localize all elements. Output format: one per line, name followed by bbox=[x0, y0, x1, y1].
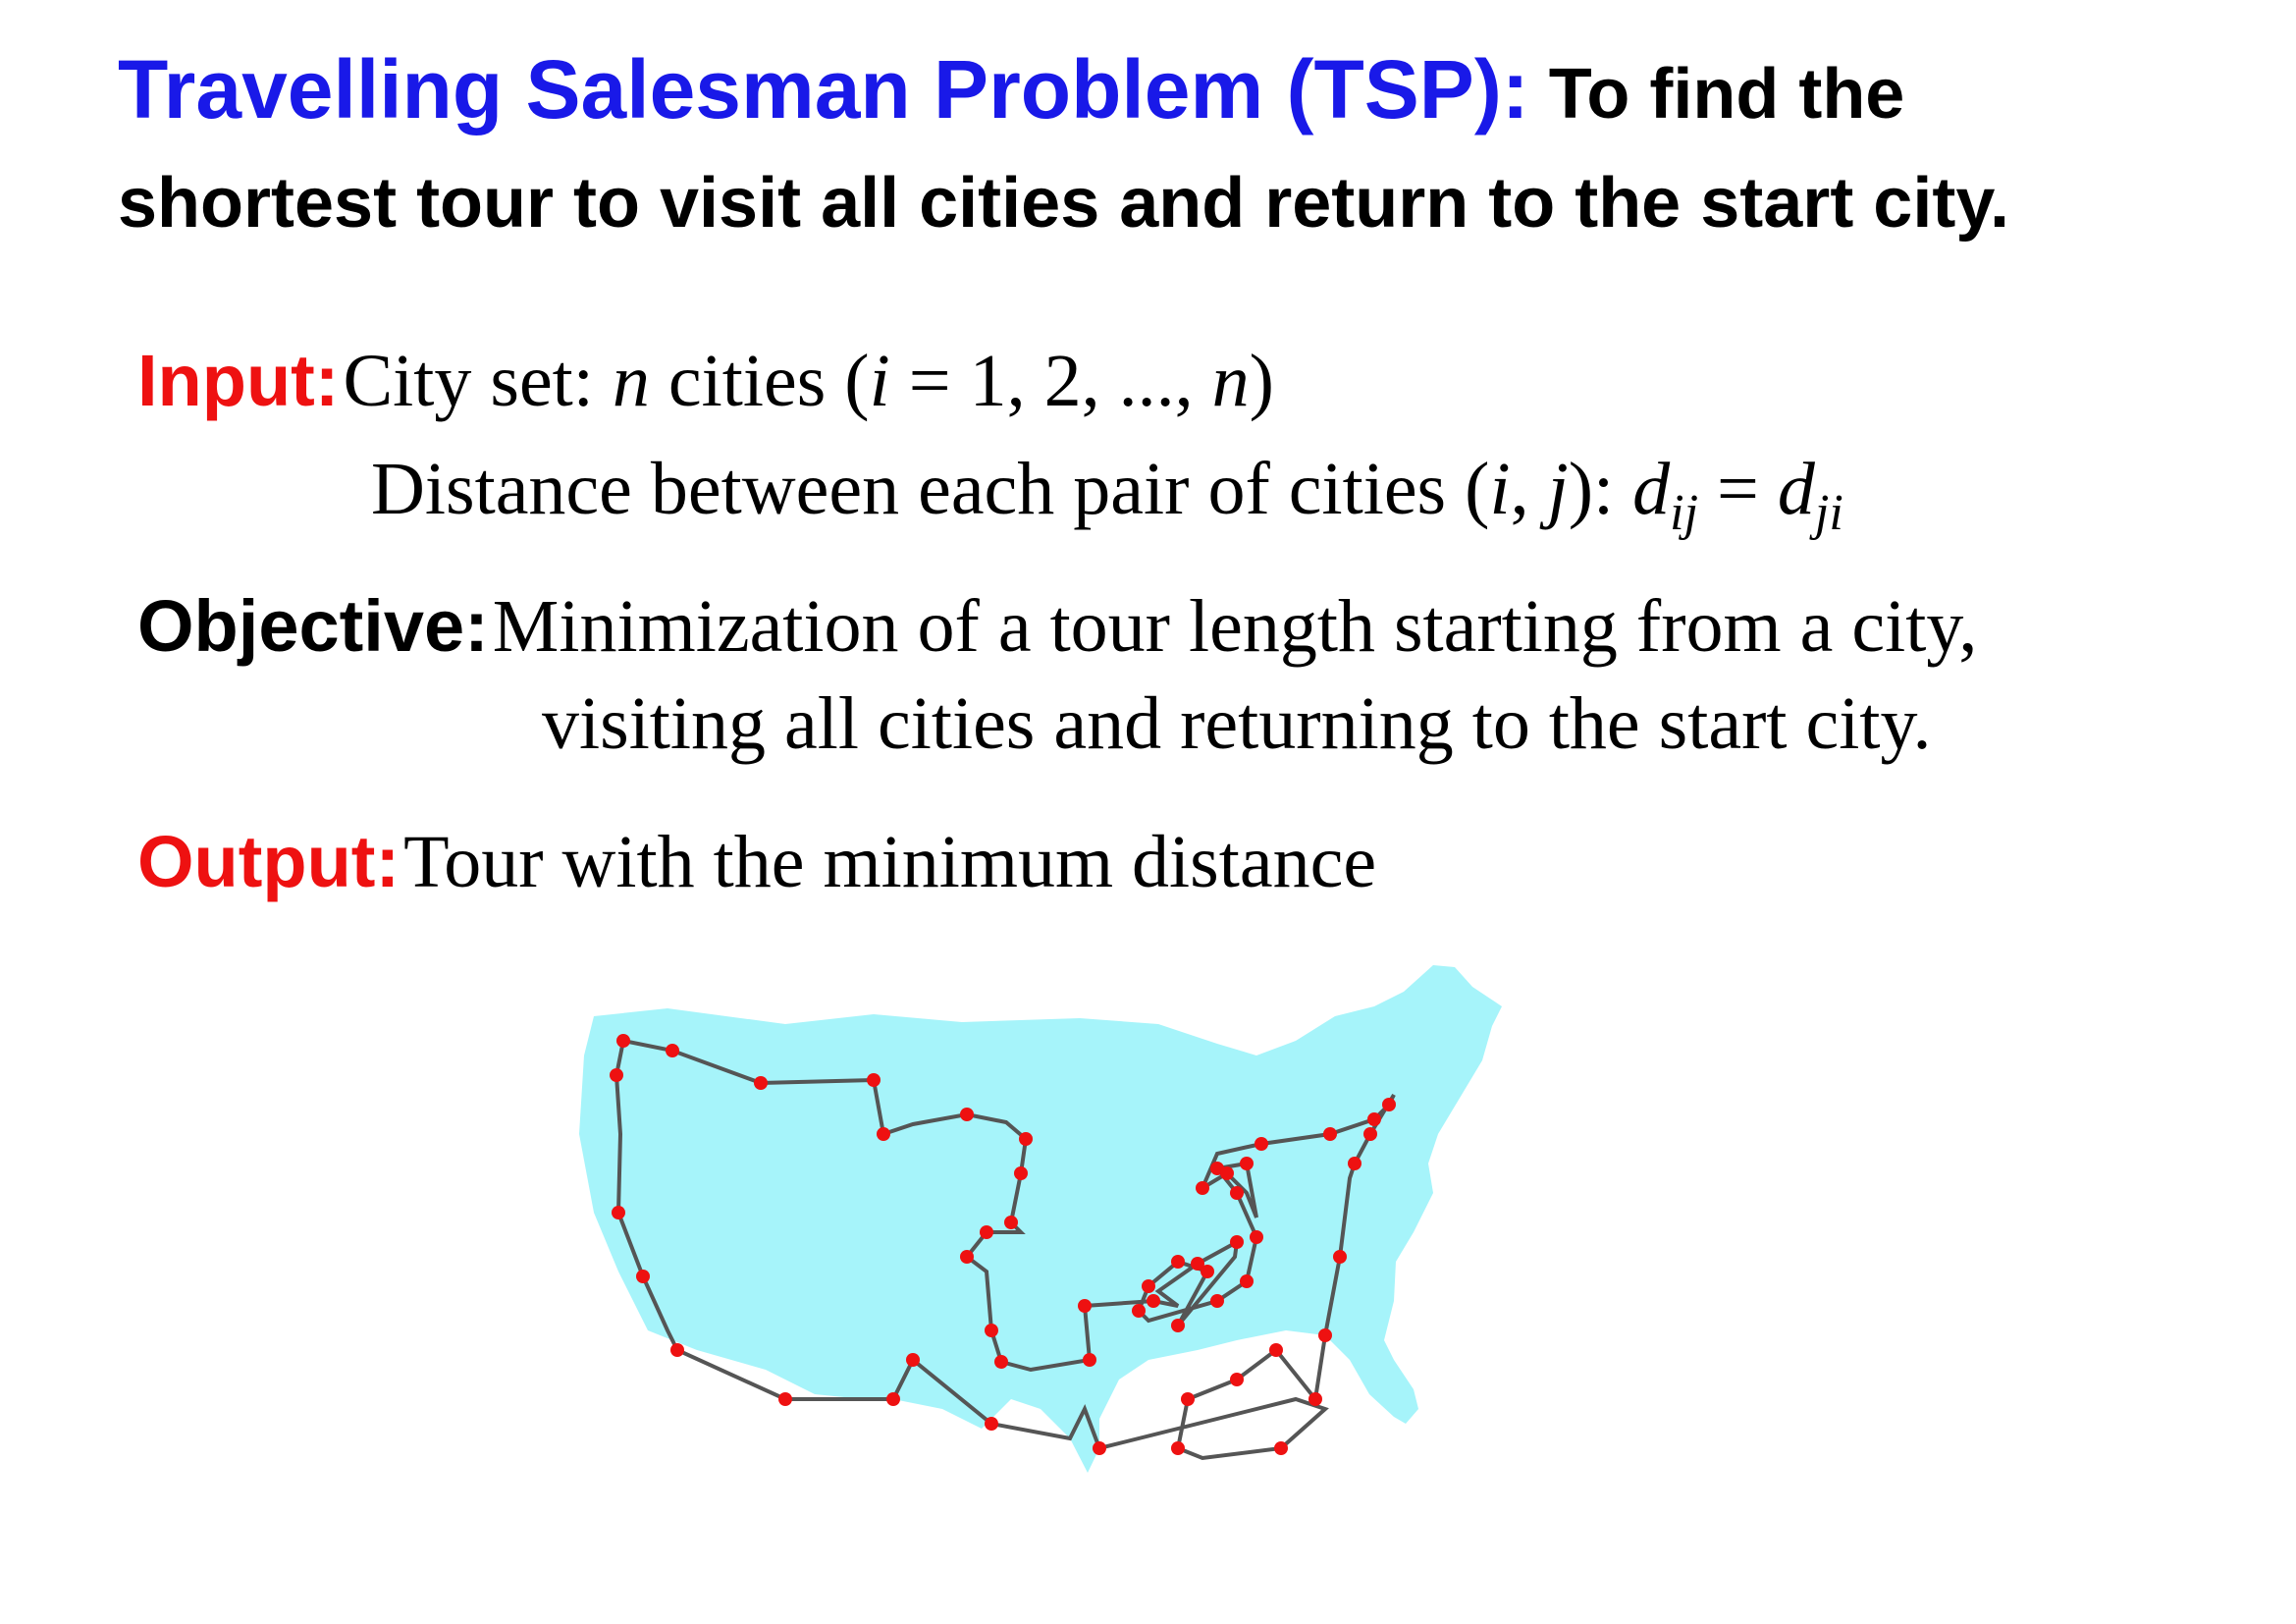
output-label: Output: bbox=[137, 821, 400, 902]
input-line-2: Distance between each pair of cities (i,… bbox=[371, 447, 1843, 545]
objective-line-2: visiting all cities and returning to the… bbox=[542, 681, 1932, 767]
title-subheading-line1: To find the bbox=[1528, 55, 1905, 134]
objective-line-1: Objective: Minimization of a tour length… bbox=[137, 584, 1977, 670]
input-city-set: City set: n cities (i = 1, 2, ..., n) bbox=[343, 340, 1274, 422]
us-tsp-tour-map bbox=[579, 965, 1502, 1473]
input-label: Input: bbox=[137, 340, 340, 421]
title-subheading-line2: shortest tour to visit all cities and re… bbox=[118, 164, 2010, 243]
output-line: Output: Tour with the minimum distance bbox=[137, 820, 1376, 905]
output-text: Tour with the minimum distance bbox=[403, 821, 1377, 903]
objective-text-2: visiting all cities and returning to the… bbox=[542, 682, 1932, 765]
objective-text-1: Minimization of a tour length starting f… bbox=[492, 585, 1978, 668]
title-heading: Travelling Salesman Problem (TSP): bbox=[118, 43, 1529, 135]
input-line-1: Input: City set: n cities (i = 1, 2, ...… bbox=[137, 339, 1274, 424]
input-distance: Distance between each pair of cities (i,… bbox=[371, 448, 1843, 542]
objective-label: Objective: bbox=[137, 585, 489, 667]
slide-title: Travelling Salesman Problem (TSP): To fi… bbox=[118, 41, 2228, 264]
us-map-shape bbox=[579, 965, 1502, 1473]
